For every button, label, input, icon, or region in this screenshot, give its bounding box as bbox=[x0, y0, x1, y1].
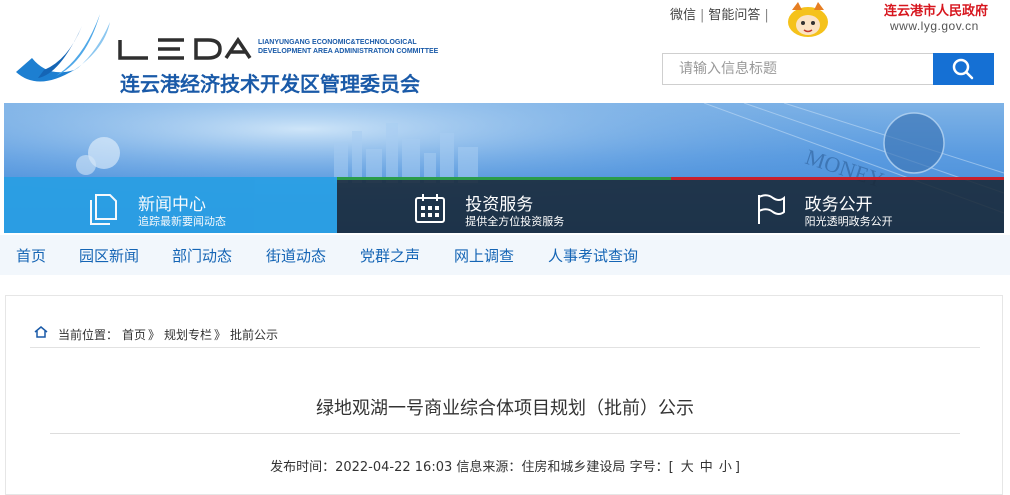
site-logo[interactable]: LIANYUNGANG ECONOMIC&TECHNOLOGICAL DEVEL… bbox=[8, 8, 468, 96]
tile-government-affairs[interactable]: 政务公开 阳光透明政务公开 bbox=[670, 177, 1004, 233]
separator: | bbox=[700, 8, 705, 23]
wechat-link[interactable]: 微信 bbox=[670, 8, 696, 23]
nav-item-department-news[interactable]: 部门动态 bbox=[172, 245, 232, 266]
breadcrumb-separator: 》 bbox=[214, 328, 227, 342]
font-size-large[interactable]: 大 bbox=[681, 460, 694, 475]
banner: MONEY 新闻中心 追踪最新要闻动态 投资服务 提供全方位投资服务 政务公开 … bbox=[4, 103, 1004, 233]
breadcrumb-prefix: 当前位置： bbox=[58, 328, 119, 342]
gov-url[interactable]: www.lyg.gov.cn bbox=[890, 19, 979, 33]
tile-title: 新闻中心 bbox=[138, 195, 206, 215]
article-meta: 发布时间：2022-04-22 16:03 信息来源：住房和城乡建设局 字号：[… bbox=[6, 456, 1004, 475]
source-value: 住房和城乡建设局 bbox=[521, 460, 626, 475]
nav-item-street-news[interactable]: 街道动态 bbox=[266, 245, 326, 266]
smart-qa-link[interactable]: 智能问答 bbox=[708, 8, 760, 23]
nav-item-exam-query[interactable]: 人事考试查询 bbox=[548, 245, 638, 266]
font-size-medium[interactable]: 中 bbox=[700, 460, 713, 475]
tile-subtitle: 追踪最新要闻动态 bbox=[138, 215, 226, 228]
publish-label: 发布时间： bbox=[270, 460, 336, 475]
banner-tiles: 新闻中心 追踪最新要闻动态 投资服务 提供全方位投资服务 政务公开 阳光透明政务… bbox=[4, 177, 1004, 233]
article-panel: 当前位置： 首页 》 规划专栏 》 批前公示 绿地观湖一号商业综合体项目规划（批… bbox=[5, 295, 1003, 495]
site-header: LIANYUNGANG ECONOMIC&TECHNOLOGICAL DEVEL… bbox=[0, 0, 1010, 100]
breadcrumb-separator: 》 bbox=[148, 328, 161, 342]
calendar-icon bbox=[415, 194, 446, 223]
tile-title: 投资服务 bbox=[465, 195, 534, 215]
breadcrumb-planning[interactable]: 规划专栏 bbox=[164, 326, 212, 343]
gov-name[interactable]: 连云港市人民政府 bbox=[884, 0, 988, 19]
nav-item-home[interactable]: 首页 bbox=[16, 245, 46, 266]
font-size-close: ] bbox=[734, 460, 740, 475]
breadcrumb-home[interactable]: 首页 bbox=[122, 326, 146, 343]
font-size-small[interactable]: 小 bbox=[719, 460, 732, 475]
tile-subtitle: 阳光透明政务公开 bbox=[804, 215, 893, 228]
breadcrumb: 当前位置： 首页 》 规划专栏 》 批前公示 bbox=[30, 320, 980, 348]
nav-item-park-news[interactable]: 园区新闻 bbox=[79, 245, 139, 266]
flag-icon bbox=[757, 194, 785, 224]
search-icon bbox=[952, 58, 974, 80]
nav-item-party-voice[interactable]: 党群之声 bbox=[360, 245, 420, 266]
separator: | bbox=[764, 8, 769, 23]
logo-en-line2: DEVELOPMENT AREA ADMINISTRATION COMMITTE… bbox=[258, 48, 439, 55]
tile-title: 政务公开 bbox=[804, 195, 873, 215]
top-links: 微信 | 智能问答 | bbox=[670, 4, 773, 23]
breadcrumb-current[interactable]: 批前公示 bbox=[230, 326, 278, 343]
mascot-icon[interactable] bbox=[782, 0, 834, 38]
search-button[interactable] bbox=[933, 53, 994, 85]
tile-news-center[interactable]: 新闻中心 追踪最新要闻动态 bbox=[4, 177, 338, 233]
logo-en-line1: LIANYUNGANG ECONOMIC&TECHNOLOGICAL bbox=[258, 39, 417, 46]
source-label: 信息来源： bbox=[456, 460, 522, 475]
main-nav: 首页 园区新闻 部门动态 街道动态 党群之声 网上调查 人事考试查询 bbox=[0, 235, 1010, 275]
tile-subtitle: 提供全方位投资服务 bbox=[465, 215, 565, 228]
publish-time: 2022-04-22 16:03 bbox=[335, 460, 453, 475]
document-icon bbox=[90, 194, 117, 225]
tile-investment-service[interactable]: 投资服务 提供全方位投资服务 bbox=[337, 177, 671, 233]
font-size-label: 字号：[ bbox=[629, 460, 674, 475]
title-divider bbox=[50, 433, 960, 434]
search-input[interactable] bbox=[662, 53, 933, 85]
logo-cn-text: 连云港经济技术开发区管理委员会 bbox=[120, 72, 420, 96]
article-title: 绿地观湖一号商业综合体项目规划（批前）公示 bbox=[316, 398, 694, 419]
nav-item-online-survey[interactable]: 网上调查 bbox=[454, 245, 514, 266]
home-icon bbox=[34, 326, 48, 338]
